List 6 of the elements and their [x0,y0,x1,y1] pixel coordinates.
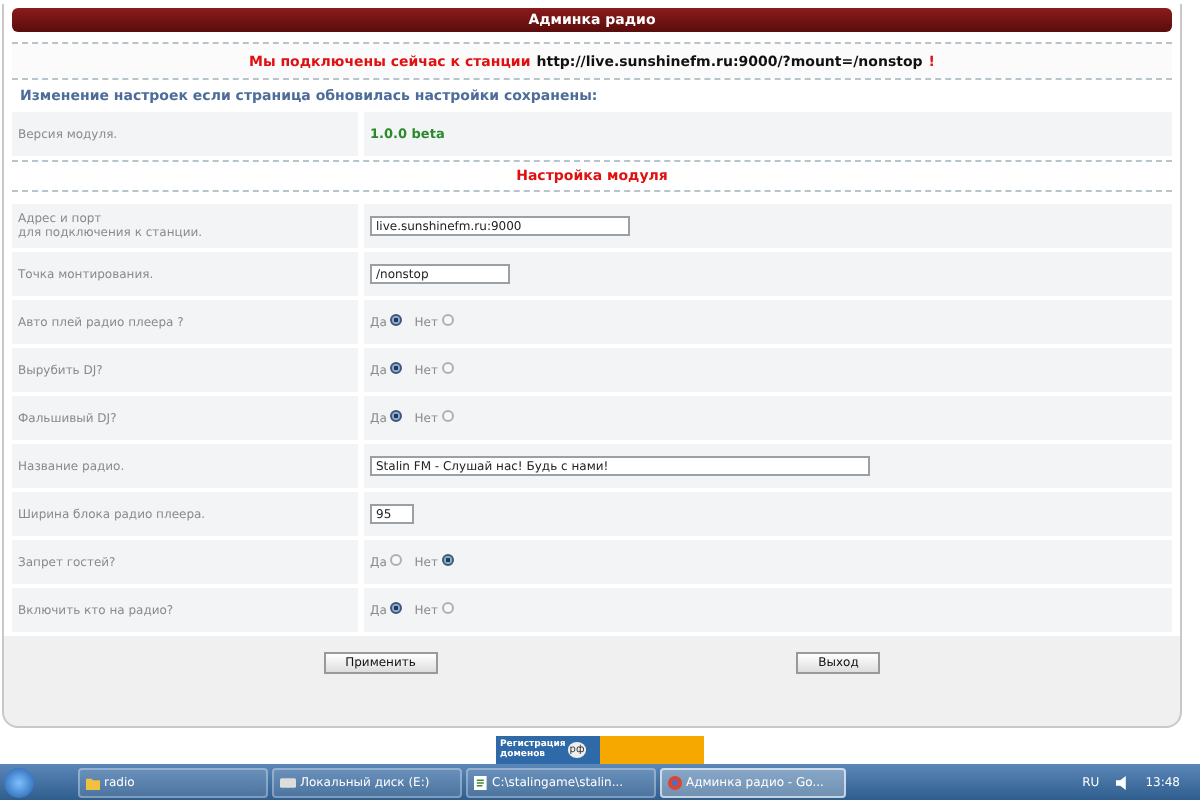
browser-icon [668,775,682,789]
drive-icon [280,777,296,787]
start-button[interactable] [4,767,34,797]
document-icon [474,775,488,789]
speaker-icon[interactable] [1115,775,1130,789]
folder-icon [86,775,100,789]
